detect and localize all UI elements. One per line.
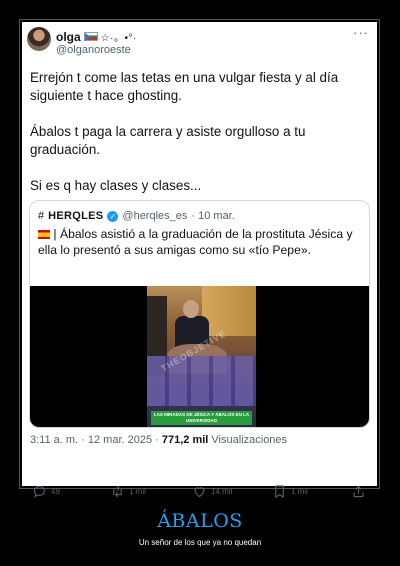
tweet-timestamp[interactable]: 3:11 a. m. · 12 mar. 2025 · [30,434,159,446]
views-label: Visualizaciones [211,434,288,446]
tweet-paragraph: Errejón t come las tetas en una vulgar f… [30,70,339,103]
quoted-tweet-body: | Ábalos asistió a la graduación de la p… [38,227,353,257]
like-count: 14 mil [211,487,233,496]
post-title: ÁBALOS [157,510,243,532]
heart-icon [194,487,205,498]
avatar[interactable] [27,27,51,51]
quoted-tweet-date: · 10 mar. [191,210,235,222]
tweet-card: olga ☆·。•°· @olganoroeste ··· Errejón t … [22,22,377,498]
view-count: 771,2 mil [161,434,209,446]
quoted-author-handle[interactable]: @herqles_es [122,210,187,222]
retweet-icon [113,485,122,498]
retweet-count: 1 mil [129,487,146,496]
tweet-paragraph: Si es q hay clases y clases... [30,178,202,193]
display-name: olga [56,29,81,44]
post-subtitle: Un señor de los que ya no quedan [138,538,262,547]
author-handle[interactable]: @olganoroeste [56,44,131,56]
tweet-meta: 3:11 a. m. · 12 mar. 2025 · 771,2 mil Vi… [30,434,287,446]
bookmark-count: 1 mil [291,487,308,496]
name-decoration: ☆·。•°· [100,33,137,44]
verified-badge-icon: ✓ [107,210,119,222]
share-icon [353,485,364,498]
like-button[interactable]: 14 mil [192,484,232,499]
spain-flag-icon [38,230,50,239]
reply-icon [33,485,46,498]
quoted-tweet-text: | Ábalos asistió a la graduación de la p… [38,227,366,258]
retweet-button[interactable]: 1 mil [110,484,146,499]
quoted-author-logo: HERQLES [48,210,104,222]
quoted-tweet-header: # HERQLES ✓ @herqles_es · 10 mar. [38,210,235,222]
flag-icon [83,32,98,41]
hash-icon: # [38,210,45,222]
video-caption: LAS MIRADAS DE JÉSICA Y ÁBALOS EN LA UNI… [151,411,252,425]
video-thumbnail[interactable]: THEOBJETIVE LAS MIRADAS DE JÉSICA Y ÁBAL… [147,286,256,427]
quoted-tweet[interactable]: # HERQLES ✓ @herqles_es · 10 mar. | Ábal… [29,200,370,428]
share-button[interactable] [351,484,366,499]
video-player[interactable]: THEOBJETIVE LAS MIRADAS DE JÉSICA Y ÁBAL… [30,286,369,427]
more-options-icon[interactable]: ··· [353,25,369,40]
tweet-paragraph: Ábalos t paga la carrera y asiste orgull… [30,124,306,157]
reply-button[interactable]: 49 [32,484,60,499]
reply-count: 49 [51,487,60,496]
bookmark-button[interactable]: 1 mil [272,484,308,499]
bookmark-icon [275,485,284,498]
author-name-row[interactable]: olga ☆·。•°· [56,29,137,45]
tweet-text: Errejón t come las tetas en una vulgar f… [30,69,370,213]
